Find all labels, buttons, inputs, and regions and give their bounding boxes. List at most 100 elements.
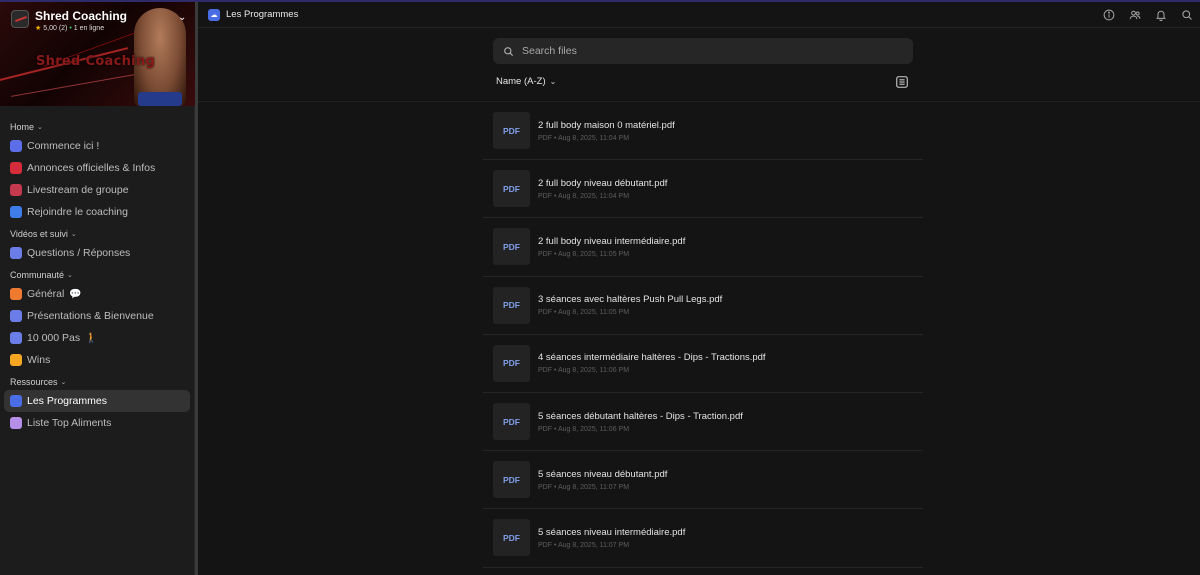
pdf-file-icon: PDF [493,286,530,324]
file-row[interactable]: PDF 5 séances niveau intermédiaire.pdf PDF… [483,509,923,568]
file-meta: PDF • Aug 8, 2025, 11:07 PM [538,541,630,549]
sidebar-item[interactable]: Livestream de groupe [4,179,190,201]
sidebar-item-label: Rejoindre le coaching [27,206,128,218]
sort-label: Name (A-Z) [496,76,546,87]
pdf-file-icon: PDF [493,170,530,208]
star-icon: ★ [35,25,42,32]
sidebar-item-label: Liste Top Aliments [27,417,112,429]
sidebar-item[interactable]: Questions / Réponses [4,242,190,264]
sidebar-item[interactable]: 10 000 Pas 🚶 [4,327,190,349]
chevron-down-icon: ⌄ [60,379,67,386]
community-online: 1 en ligne [73,25,105,32]
chevron-down-icon: ⌄ [70,231,77,238]
banner-athlete-shorts [138,92,182,106]
online-dot-icon: • [69,25,72,32]
file-name: 2 full body niveau intermédiaire.pdf [538,235,686,247]
sidebar-item-label: Les Programmes [27,395,107,407]
file-meta: PDF • Aug 8, 2025, 11:05 PM [538,309,630,317]
sidebar-item[interactable]: Commence ici ! [4,135,190,157]
sidebar-item[interactable]: Général 💬 [4,283,190,305]
file-name: 5 séances niveau débutant.pdf [538,468,668,480]
notifications-button[interactable] [1148,2,1174,28]
community-name: Shred Coaching [35,9,128,23]
chevron-down-icon[interactable]: ⌄ [178,12,186,23]
emoji-icon: 💬 [69,288,82,300]
file-name: 2 full body niveau débutant.pdf [538,177,668,189]
sidebar-section-title[interactable]: Ressources ⌄ [0,371,194,390]
search-input[interactable] [522,45,882,57]
banner-logo-text: Shred Coaching [36,54,156,69]
sidebar-section-title[interactable]: Vidéos et suivi ⌄ [0,223,194,242]
files-panel: Name (A-Z) ⌄ PDF 2 full body maison 0 mat… [198,29,1200,575]
file-name: 5 séances niveau intermédiaire.pdf [538,526,686,538]
chart-icon [10,310,22,322]
file-name: 4 séances intermédiaire haltères - Dips … [538,352,766,364]
red-square-icon [10,162,22,174]
sidebar-item[interactable]: Wins [4,349,190,371]
view-toggle-button[interactable] [895,75,909,89]
sort-dropdown[interactable]: Name (A-Z) ⌄ [496,76,556,87]
cloud-icon: ☁ [208,8,220,21]
sidebar: Shred Coaching Shred Coaching ★ 5,00 (2)… [0,2,196,575]
search-button[interactable] [1174,2,1200,28]
graduation-cap-icon [10,140,22,152]
file-row[interactable]: PDF 5 séances niveau débutant.pdf PDF • Au… [483,451,923,510]
sidebar-item[interactable]: Présentations & Bienvenue [4,305,190,327]
cloud-icon [10,395,22,407]
orange-square-icon [10,288,22,300]
community-meta: ★ 5,00 (2) • 1 en ligne [35,24,104,32]
file-list: PDF 2 full body maison 0 matériel.pdf PDF … [483,102,923,568]
file-row[interactable]: PDF 4 séances intermédiaire haltères - Di… [483,335,923,393]
file-info: 4 séances intermédiaire haltères - Dips … [538,352,766,374]
file-info: 2 full body niveau intermédiaire.pdf PDF … [538,236,685,258]
chart-icon [10,247,22,259]
sidebar-section-title[interactable]: Communauté ⌄ [0,264,194,283]
sidebar-item[interactable]: Annonces officielles & Infos [4,157,190,179]
file-row[interactable]: PDF 2 full body niveau débutant.pdf PDF • … [483,160,923,219]
sidebar-item[interactable]: Rejoindre le coaching [4,201,190,223]
chevron-down-icon: ⌄ [549,77,557,86]
orange-square-icon [10,354,22,366]
header-actions [1096,2,1200,28]
sidebar-section-label: Home [10,122,35,132]
chevron-down-icon: ⌄ [37,124,43,131]
page-title: Les Programmes [226,9,299,20]
file-row[interactable]: PDF 2 full body maison 0 matériel.pdf PDF … [483,102,923,161]
pdf-file-icon: PDF [493,461,530,499]
file-info: 5 séances débutant haltères - Dips - Tra… [538,411,743,433]
list-view-icon [896,76,908,88]
pdf-file-icon: PDF [493,519,530,557]
search-icon [1182,10,1192,20]
sidebar-item-label: 10 000 Pas [27,332,81,344]
info-button[interactable] [1096,2,1122,28]
file-meta: PDF • Aug 8, 2025, 11:06 PM [538,367,630,375]
pdf-file-icon: PDF [493,344,530,382]
red-dot-icon [10,184,22,196]
sidebar-section-label: Communauté [10,270,65,280]
search-bar[interactable] [493,38,913,64]
file-info: 5 séances niveau débutant.pdf PDF • Aug 8… [538,469,667,491]
sidebar-item-label: Wins [27,354,51,366]
community-banner[interactable]: Shred Coaching Shred Coaching ★ 5,00 (2)… [0,2,196,106]
members-button[interactable] [1122,2,1148,28]
pdf-file-icon: PDF [493,228,530,266]
file-row[interactable]: PDF 3 séances avec haltères Push Pull Leg… [483,277,923,335]
pdf-file-icon: PDF [493,112,530,150]
list-icon [10,417,22,429]
sidebar-item-label: Annonces officielles & Infos [27,162,156,174]
file-info: 5 séances niveau intermédiaire.pdf PDF • … [538,527,685,549]
sidebar-item-label: Commence ici ! [27,140,100,152]
sidebar-item[interactable]: Liste Top Aliments [4,412,190,434]
community-avatar [11,10,29,28]
sidebar-section-title[interactable]: Home ⌄ [0,116,194,135]
sidebar-item-label: Général [27,288,65,300]
community-reviews: (2) [58,25,68,32]
info-icon [1103,9,1115,21]
sidebar-item-label: Livestream de groupe [27,184,129,196]
sidebar-section-label: Vidéos et suivi [10,229,68,239]
sidebar-item-label: Questions / Réponses [27,247,131,259]
file-row[interactable]: PDF 2 full body niveau intermédiaire.pdf P… [483,218,923,277]
sidebar-item[interactable]: Les Programmes [4,390,190,412]
file-row[interactable]: PDF 5 séances débutant haltères - Dips - … [483,393,923,452]
file-name: 5 séances débutant haltères - Dips - Tra… [538,410,743,422]
